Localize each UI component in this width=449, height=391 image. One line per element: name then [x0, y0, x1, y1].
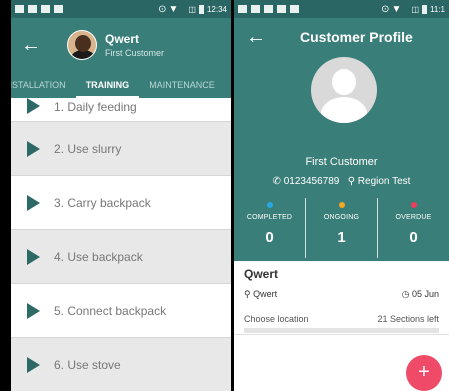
- list-item-label: 3. Carry backpack: [54, 195, 151, 210]
- person-placeholder-icon: [332, 69, 356, 95]
- mail-icon: [264, 5, 273, 13]
- play-icon: [27, 194, 40, 211]
- location-pin-icon: ⚲: [244, 289, 251, 299]
- tab-bar: INSTALLATION TRAINING MAINTENANCE: [11, 72, 231, 98]
- installation-card[interactable]: Qwert ⚲ Qwert ◷ 05 Jun Choose location 2…: [234, 261, 449, 339]
- list-item-label: 1. Daily feeding: [54, 100, 137, 114]
- list-item-label: 5. Connect backpack: [54, 303, 167, 318]
- download-icon: [41, 5, 50, 13]
- toolbar: ← Customer Profile: [234, 18, 449, 56]
- add-button[interactable]: +: [406, 355, 442, 391]
- clock-icon: ◷: [401, 289, 410, 299]
- status-dot: [410, 202, 417, 208]
- play-icon: [27, 302, 40, 319]
- stat-overdue[interactable]: OVERDUE 0: [377, 198, 449, 258]
- card-location-wrap: ⚲ Qwert: [244, 289, 277, 300]
- tab-installation[interactable]: INSTALLATION: [11, 72, 76, 98]
- notification-icon: [15, 5, 24, 13]
- tab-training[interactable]: TRAINING: [75, 72, 140, 98]
- notification-icon: [28, 5, 37, 13]
- card-location: Qwert: [253, 289, 278, 299]
- vibrate-icon: ◫: [411, 4, 420, 14]
- list-item[interactable]: 2. Use slurry: [11, 122, 231, 176]
- notification-icon: [54, 5, 63, 13]
- stat-completed[interactable]: COMPLETED 0: [234, 198, 305, 258]
- status-bar: ⊙▼ ◫ 11:1: [234, 0, 449, 18]
- list-item-label: 4. Use backpack: [54, 249, 143, 264]
- stats-panel: COMPLETED 0 ONGOING 1 OVERDUE 0: [234, 198, 449, 258]
- signal-icon: ⊙▼: [381, 3, 404, 15]
- phone-icon: ✆: [272, 176, 281, 187]
- status-right: ◫ 11:1: [411, 4, 445, 14]
- play-icon: [27, 98, 40, 114]
- page-subtitle: First Customer: [105, 48, 165, 58]
- stat-ongoing[interactable]: ONGOING 1: [305, 198, 377, 258]
- play-icon: [27, 140, 40, 157]
- location-pin-icon: ⚲: [347, 176, 356, 187]
- avatar: [67, 30, 97, 60]
- card-date: 05 Jun: [411, 289, 439, 299]
- battery-icon: [422, 4, 428, 14]
- stat-value: 0: [265, 229, 274, 246]
- stat-label: OVERDUE: [395, 214, 432, 221]
- stat-value: 0: [409, 229, 418, 246]
- training-list: 1. Daily feeding 2. Use slurry 3. Carry …: [11, 98, 231, 391]
- customer-profile-screen: ⊙▼ ◫ 11:1 ← Customer Profile First Custo…: [234, 0, 449, 391]
- page-title: Customer Profile: [300, 29, 413, 45]
- status-right: ◫ 12:34: [188, 4, 227, 14]
- back-arrow-icon[interactable]: ←: [21, 34, 51, 57]
- list-item[interactable]: 6. Use stove: [11, 338, 231, 391]
- notification-icons: [238, 5, 299, 13]
- list-item-label: 6. Use stove: [54, 357, 121, 372]
- vibrate-icon: ◫: [188, 4, 196, 14]
- battery-icon: [198, 4, 204, 14]
- list-item[interactable]: 4. Use backpack: [11, 230, 231, 284]
- profile-header: ⊙▼ ◫ 11:1 ← Customer Profile First Custo…: [234, 0, 449, 261]
- divider: [234, 334, 449, 335]
- card-date-wrap: ◷ 05 Jun: [402, 289, 439, 300]
- stat-label: COMPLETED: [246, 214, 293, 221]
- toolbar: ← Qwert First Customer: [11, 18, 231, 72]
- tab-maintenance[interactable]: MAINTENANCE: [139, 72, 225, 98]
- status-bar: ⊙▼ ◫ 12:34: [11, 0, 231, 18]
- notification-icon: [277, 5, 286, 13]
- status-dot: [338, 202, 345, 208]
- clock: 12:34: [206, 4, 227, 14]
- notification-icons: [15, 5, 63, 13]
- list-item[interactable]: 5. Connect backpack: [11, 284, 231, 338]
- card-title: Qwert: [244, 267, 279, 281]
- header-text: Qwert First Customer: [105, 32, 164, 58]
- play-icon: [27, 248, 40, 265]
- notification-icon: [238, 5, 247, 13]
- download-icon: [251, 5, 260, 13]
- list-item[interactable]: 3. Carry backpack: [11, 176, 231, 230]
- customer-name: First Customer: [305, 156, 378, 168]
- sections-left: 21 Sections left: [377, 314, 439, 324]
- profile-avatar[interactable]: [311, 57, 377, 123]
- person-placeholder-body: [321, 97, 367, 123]
- card-progress-row: Choose location 21 Sections left: [244, 314, 439, 324]
- clock: 11:1: [430, 4, 445, 14]
- contact-info: ✆ 0123456789 ⚲ Region Test: [234, 176, 449, 187]
- progress-bar: [244, 328, 439, 333]
- training-screen: ⊙▼ ◫ 12:34 ← Qwert First Customer INSTAL…: [11, 0, 231, 391]
- back-arrow-icon[interactable]: ←: [246, 26, 276, 49]
- list-item[interactable]: 1. Daily feeding: [11, 98, 231, 122]
- list-item-label: 2. Use slurry: [54, 141, 122, 156]
- choose-location-link[interactable]: Choose location: [244, 314, 309, 324]
- page-title: Qwert: [105, 32, 140, 46]
- region: Region Test: [357, 176, 411, 187]
- status-dot: [266, 202, 273, 208]
- signal-icon: ⊙▼: [158, 3, 181, 15]
- card-meta: ⚲ Qwert ◷ 05 Jun: [244, 289, 439, 300]
- notification-icon: [290, 5, 299, 13]
- app-root: ⊙▼ ◫ 12:34 ← Qwert First Customer INSTAL…: [0, 0, 449, 391]
- play-icon: [27, 356, 40, 373]
- phone-number: 0123456789: [283, 176, 340, 187]
- stat-value: 1: [337, 229, 346, 246]
- stat-label: ONGOING: [323, 214, 360, 221]
